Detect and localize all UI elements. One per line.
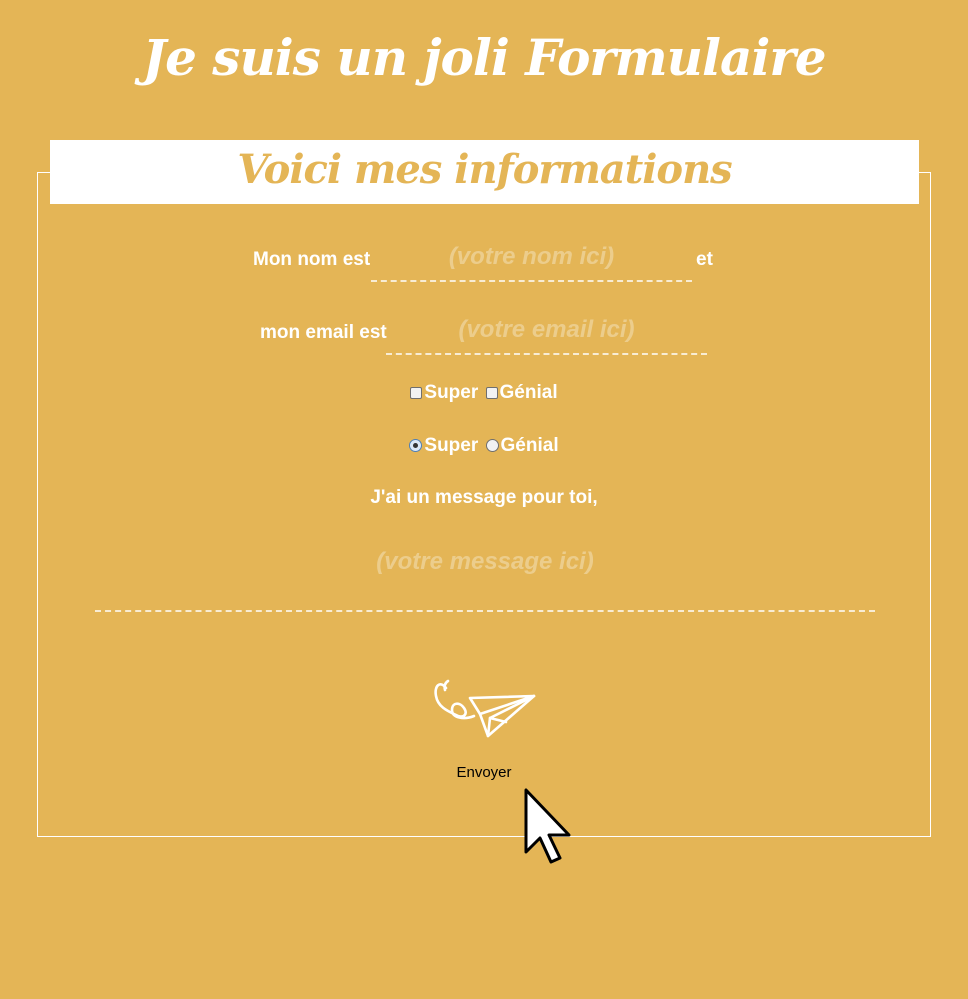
send-button[interactable]: Envoyer	[424, 676, 544, 786]
page: Je suis un joli Formulaire Voici mes inf…	[0, 0, 968, 999]
name-suffix: et	[696, 249, 713, 270]
message-textarea[interactable]	[95, 540, 875, 612]
checkbox-super[interactable]	[410, 387, 423, 399]
fieldset-legend: Voici mes informations	[237, 146, 732, 193]
mouse-cursor-icon	[524, 788, 571, 864]
radio-genial[interactable]	[485, 439, 499, 452]
checkbox-genial[interactable]	[485, 387, 498, 399]
radio-super-label: Super	[424, 435, 479, 456]
checkbox-genial-label: Génial	[499, 382, 558, 403]
name-input[interactable]	[371, 244, 692, 282]
send-label: Envoyer	[456, 764, 512, 781]
message-label: J'ai un message pour toi,	[370, 487, 598, 508]
email-input[interactable]	[386, 317, 707, 355]
paper-plane-icon	[434, 679, 536, 738]
checkbox-super-label: Super	[424, 382, 479, 403]
email-label: mon email est	[260, 322, 387, 343]
name-label: Mon nom est	[253, 249, 371, 270]
checkbox-group: Super Génial	[0, 382, 968, 404]
page-title: Je suis un joli Formulaire	[142, 28, 826, 87]
radio-super[interactable]	[409, 439, 423, 452]
radio-group: Super Génial	[0, 435, 968, 457]
radio-genial-label: Génial	[500, 435, 559, 456]
